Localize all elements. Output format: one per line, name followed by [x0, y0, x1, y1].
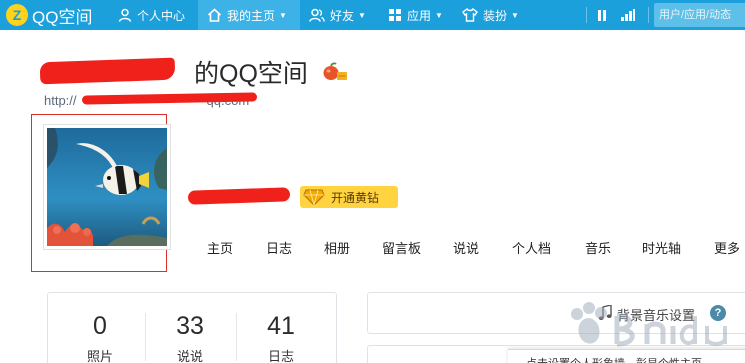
pause-icon	[598, 9, 606, 21]
help-icon[interactable]: ?	[710, 305, 726, 321]
tab-album[interactable]: 相册	[324, 238, 350, 257]
nav-label: 好友	[330, 8, 355, 23]
pause-button[interactable]	[592, 5, 612, 25]
search-input[interactable]: 用户/应用/动态	[654, 3, 745, 27]
space-title-text: 的QQ空间	[194, 60, 308, 88]
chevron-down-icon: ▼	[435, 10, 443, 20]
person-icon	[118, 8, 132, 22]
tip-text: 点击设置个人形象墙，彰显个性主页	[508, 350, 745, 363]
tshirt-icon	[462, 8, 478, 22]
nav-my-home[interactable]: 我的主页 ▼	[198, 0, 300, 30]
apps-icon	[389, 9, 401, 21]
redaction-mark	[39, 57, 176, 85]
tip-popup: 点击设置个人形象墙，彰显个性主页	[508, 349, 745, 363]
friends-icon	[309, 8, 325, 22]
stat-divider	[236, 313, 237, 361]
qzone-logo[interactable]: Z QQ空间	[6, 3, 92, 27]
space-url-prefix: http://	[44, 93, 77, 108]
home-icon	[207, 8, 222, 22]
background-music-settings[interactable]: 背景音乐设置	[617, 305, 695, 324]
tab-guestbook[interactable]: 留言板	[382, 238, 421, 257]
tab-more[interactable]: 更多	[714, 238, 740, 257]
nav-label: 我的主页	[227, 8, 276, 23]
stat-value: 0	[93, 312, 107, 340]
tab-home[interactable]: 主页	[207, 238, 233, 257]
nav-personal-center[interactable]: 个人中心	[118, 0, 185, 30]
fruit-level-icon	[323, 62, 347, 80]
tab-blog[interactable]: 日志	[266, 238, 292, 257]
stat-value: 41	[267, 312, 295, 340]
stat-divider	[145, 313, 146, 361]
nav-friends[interactable]: 好友 ▼	[309, 0, 366, 30]
stat-label: 日志	[267, 349, 294, 363]
redacted-nickname	[187, 187, 291, 205]
avatar-fish-image	[47, 128, 167, 246]
tab-profile[interactable]: 个人档	[512, 238, 551, 257]
diamond-icon	[303, 189, 325, 206]
qzone-star-icon: Z	[6, 4, 28, 26]
nav-label: 个人中心	[137, 8, 186, 23]
tab-shuoshuo[interactable]: 说说	[453, 238, 479, 257]
tab-timeline[interactable]: 时光轴	[642, 238, 681, 257]
stat-label: 说说	[176, 349, 203, 363]
top-nav-bar: Z QQ空间 个人中心 我的主页 ▼ 好友 ▼ 应用 ▼ 装扮 ▼ 用户/应用/…	[0, 0, 745, 30]
nav-label: 应用	[407, 8, 432, 23]
vip-label: 开通黄钻	[331, 190, 380, 205]
stat-label: 照片	[86, 349, 113, 363]
signal-stats-button[interactable]	[618, 5, 638, 25]
stat-photos[interactable]: 0 照片	[70, 312, 130, 363]
nav-apps[interactable]: 应用 ▼	[388, 0, 443, 30]
nav-label: 装扮	[483, 8, 508, 23]
chevron-down-icon: ▼	[358, 10, 366, 20]
nav-decorate[interactable]: 装扮 ▼	[462, 0, 519, 30]
stat-value: 33	[176, 312, 204, 340]
nav-divider	[648, 7, 649, 23]
avatar[interactable]	[43, 124, 171, 250]
chevron-down-icon: ▼	[279, 10, 287, 20]
music-note-icon	[598, 305, 612, 320]
logo-text: QQ空间	[32, 7, 93, 27]
tab-music[interactable]: 音乐	[585, 238, 611, 257]
chevron-down-icon: ▼	[511, 10, 519, 20]
stat-blogs[interactable]: 41 日志	[251, 312, 311, 363]
nav-divider	[586, 7, 587, 23]
signal-bars-icon	[621, 9, 635, 21]
open-yellow-diamond-button[interactable]: 开通黄钻	[300, 186, 398, 208]
stat-shuoshuo[interactable]: 33 说说	[160, 312, 220, 363]
